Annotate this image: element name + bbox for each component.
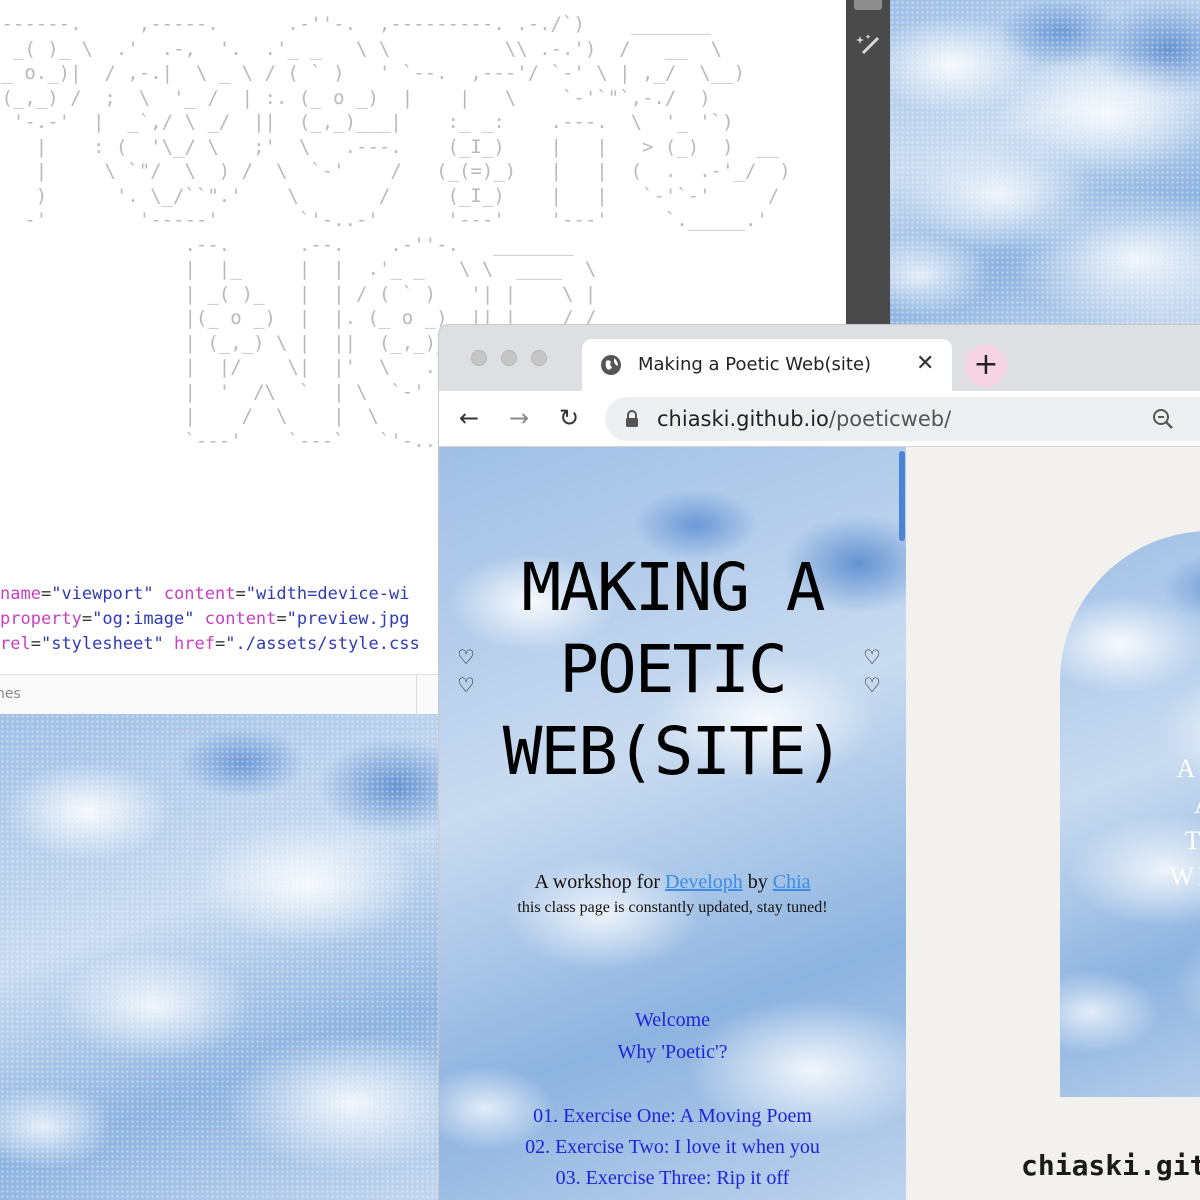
wand-icon[interactable]	[854, 32, 884, 62]
lock-icon[interactable]	[625, 410, 639, 428]
page-sky-column: MAKING A POETIC WEB(SITE) ♡ ♡ ♡ ♡ A work…	[439, 447, 906, 1200]
editor-divider	[416, 675, 417, 714]
zoom-icon[interactable]	[1151, 407, 1175, 431]
hero-title: MAKING A POETIC WEB(SITE)	[502, 549, 845, 790]
site-name: chiaski.git	[1021, 1149, 1200, 1182]
side-toolbar	[846, 0, 890, 324]
heart-icon: ♡ ♡	[863, 645, 881, 697]
arch-text: A W A TH WHA	[1169, 754, 1200, 891]
editor-status-text: nes	[0, 686, 21, 702]
sky-panel-top-right	[890, 0, 1200, 324]
window-close-button[interactable]	[471, 350, 487, 366]
nav-link-exercise-one[interactable]: 01. Exercise One: A Moving Poem	[439, 1105, 906, 1128]
nav-link-exercise-three[interactable]: 03. Exercise Three: Rip it off	[439, 1167, 906, 1190]
code-line: property="og:image" content="preview.jpg	[0, 609, 410, 629]
chia-link[interactable]: Chia	[773, 871, 811, 893]
developh-link[interactable]: Developh	[665, 871, 743, 893]
tab-title: Making a Poetic Web(site)	[638, 354, 872, 375]
scrollbar-thumb[interactable]	[899, 451, 905, 541]
new-tab-button[interactable]: +	[965, 345, 1007, 387]
code-block: name="viewport" content="width=device-wi…	[0, 582, 420, 657]
subtitle-mid: by	[742, 871, 773, 893]
address-bar[interactable]: chiaski.github.io/poeticweb/	[605, 397, 1200, 441]
url-text: chiaski.github.io/poeticweb/	[657, 407, 951, 431]
toolbar-button[interactable]	[854, 0, 882, 10]
browser-toolbar: ← → ↻ chiaski.github.io/poeticweb/	[439, 391, 1200, 447]
globe-icon	[600, 354, 622, 376]
sky-panel-bottom-left	[0, 714, 440, 1200]
nav-link-welcome[interactable]: Welcome	[439, 1009, 906, 1032]
arch-image: A W A TH WHA	[1060, 531, 1200, 1097]
nav-link-exercise-two[interactable]: 02. Exercise Two: I love it when you	[439, 1136, 906, 1159]
forward-button[interactable]: →	[509, 403, 529, 433]
update-notice: this class page is constantly updated, s…	[517, 899, 828, 916]
heart-icon: ♡ ♡	[457, 645, 475, 697]
subtitle-prefix: A workshop for	[534, 871, 665, 893]
page-preview-column: A W A TH WHA chiaski.git	[906, 447, 1200, 1200]
page-viewport: MAKING A POETIC WEB(SITE) ♡ ♡ ♡ ♡ A work…	[439, 447, 1200, 1200]
back-button[interactable]: ←	[459, 403, 479, 433]
tab-strip: Making a Poetic Web(site) ✕ +	[439, 325, 1200, 391]
nav-link-why-poetic[interactable]: Why 'Poetic'?	[439, 1041, 906, 1064]
browser-window: Making a Poetic Web(site) ✕ + ← → ↻ chia…	[438, 324, 1200, 1200]
window-minimize-button[interactable]	[501, 350, 517, 366]
code-line: name="viewport" content="width=device-wi	[0, 584, 410, 604]
window-maximize-button[interactable]	[531, 350, 547, 366]
url-host: chiaski.github.io	[657, 407, 829, 431]
reload-button[interactable]: ↻	[559, 403, 579, 433]
code-line: rel="stylesheet" href="./assets/style.cs…	[0, 634, 420, 654]
url-path: /poeticweb/	[828, 407, 952, 431]
tab-close-button[interactable]: ✕	[916, 351, 934, 377]
tab-active[interactable]: Making a Poetic Web(site) ✕	[582, 339, 952, 391]
subtitle: A workshop for Developh by Chia	[439, 871, 906, 894]
